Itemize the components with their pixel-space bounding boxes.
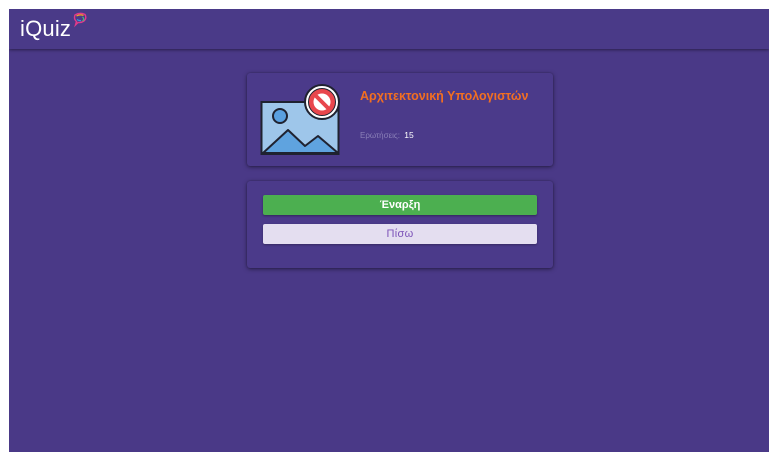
- back-button[interactable]: Πίσω: [263, 224, 537, 244]
- question-count-label: Ερωτήσεις:: [360, 131, 400, 140]
- app-logo[interactable]: iQuiz: [20, 12, 88, 44]
- quiz-title: Αρχιτεκτονική Υπολογιστών: [360, 89, 529, 103]
- logo-text: iQuiz: [20, 16, 72, 41]
- start-button[interactable]: Έναρξη: [263, 195, 537, 215]
- top-app-bar: iQuiz: [9, 9, 769, 49]
- question-count-value: 15: [404, 130, 414, 140]
- quiz-info-card: Αρχιτεκτονική Υπολογιστών Ερωτήσεις: 15: [247, 73, 553, 166]
- quiz-actions-card: Έναρξη Πίσω: [247, 181, 553, 268]
- question-count: Ερωτήσεις: 15: [360, 130, 414, 141]
- app-window: iQuiz Αρχιτεκτονική Υπολογιστών Ερωτήσει…: [9, 9, 769, 452]
- image-unavailable-icon: [260, 84, 344, 156]
- speech-bubble-logo-icon: [72, 12, 88, 33]
